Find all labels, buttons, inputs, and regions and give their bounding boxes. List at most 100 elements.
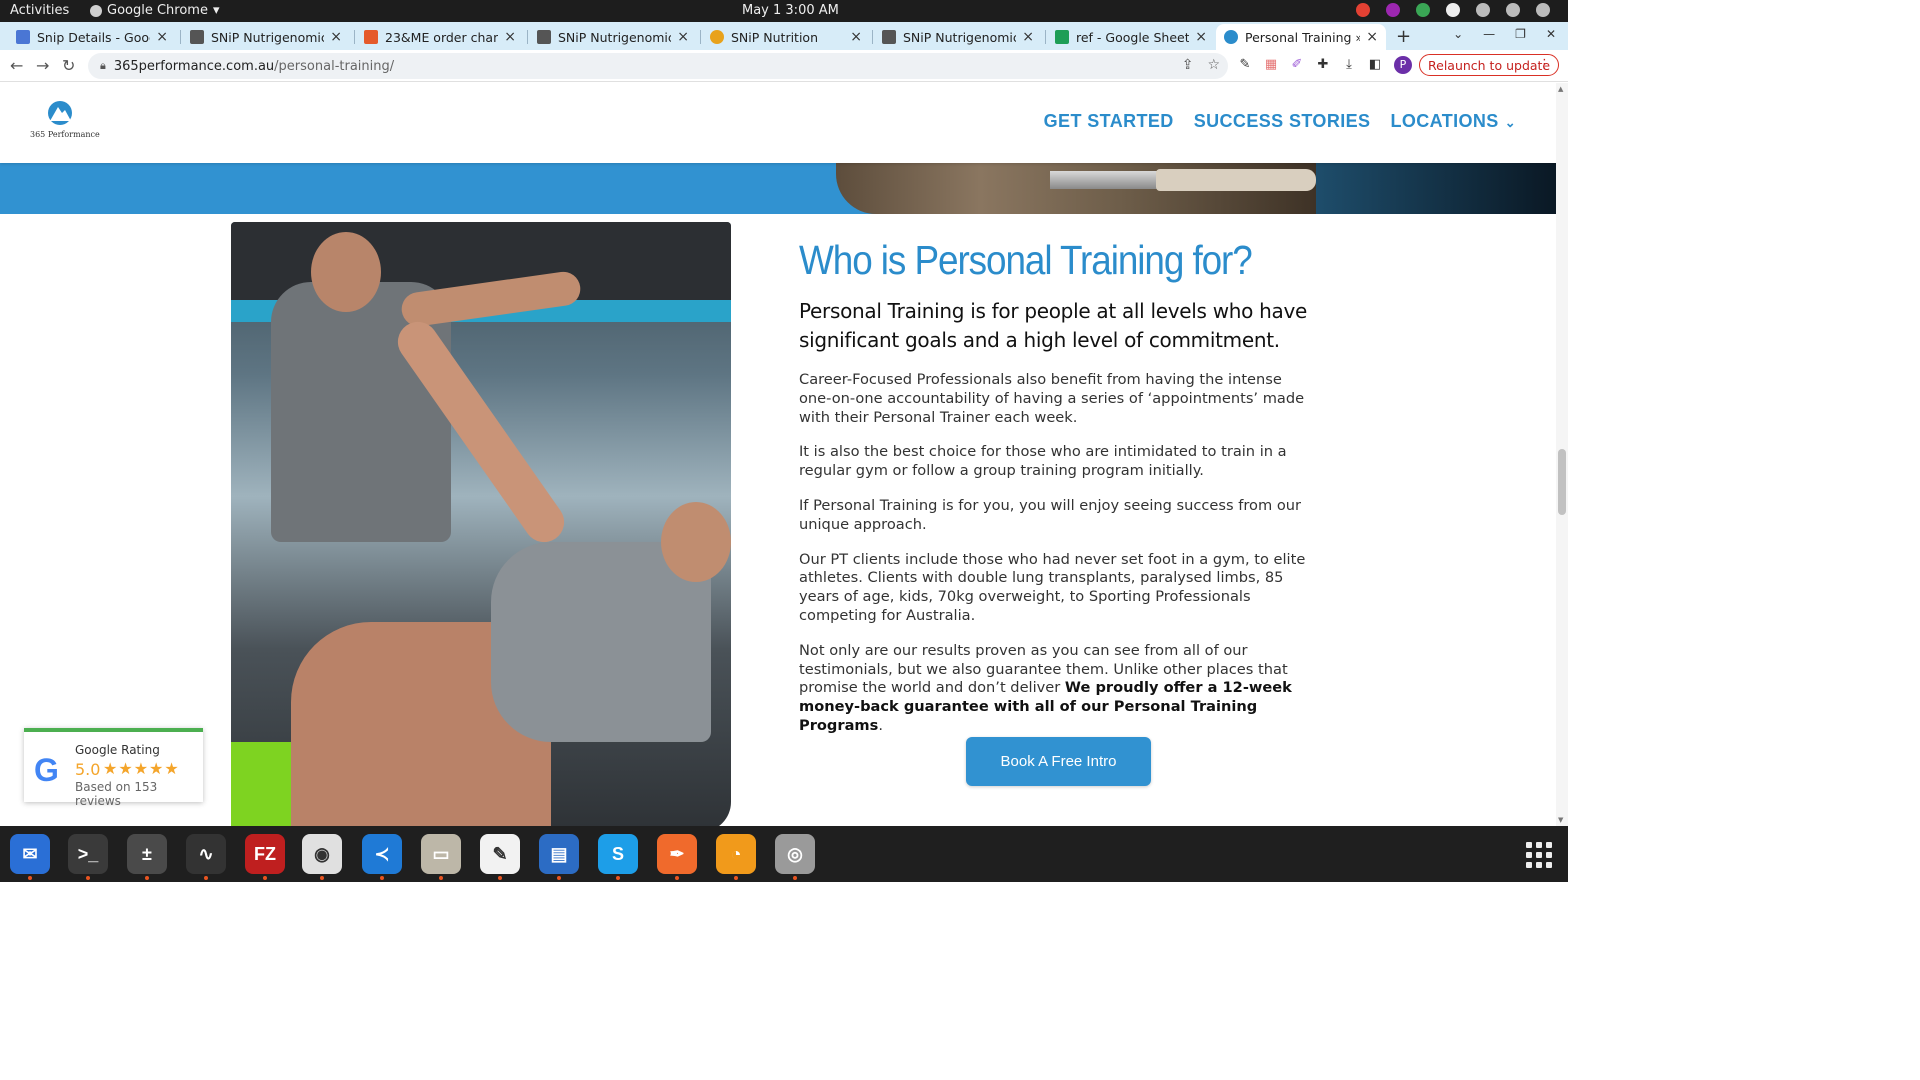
dock-thunderbird-icon[interactable]: ✉ — [10, 834, 50, 880]
365-favicon-icon — [1224, 30, 1238, 44]
running-indicator — [616, 876, 620, 880]
tab-title: Personal Training » 3 — [1245, 29, 1360, 45]
clock[interactable]: May 1 3:00 AM — [742, 3, 839, 18]
dock-terminal-icon[interactable]: >_ — [68, 834, 108, 880]
tab-title: SNiP Nutrigenomics A — [903, 29, 1016, 45]
close-window-icon[interactable]: ✕ — [1546, 27, 1556, 41]
close-icon[interactable]: × — [1195, 29, 1207, 45]
docs-favicon-icon — [16, 30, 30, 44]
puzzle-extensions-icon[interactable]: ✚ — [1316, 58, 1330, 72]
dock-system-monitor-icon[interactable]: ∿ — [186, 834, 226, 880]
download-icon[interactable]: ⤓ — [1342, 58, 1356, 72]
dock-skype-icon[interactable]: S — [598, 834, 638, 880]
app-menu[interactable]: Google Chrome ▾ — [90, 3, 220, 18]
nav-success-stories[interactable]: SUCCESS STORIES — [1194, 111, 1371, 132]
google-rating-widget[interactable]: G Google Rating 5.0 ★★★★★ Based on 153 r… — [24, 728, 203, 808]
hero-knife-board-image — [836, 163, 1316, 214]
pen-extension-icon[interactable]: ✐ — [1290, 58, 1304, 72]
maximize-icon[interactable]: ❐ — [1515, 27, 1526, 41]
more-menu-icon[interactable]: ⋮ — [1538, 57, 1551, 72]
tab-title: Snip Details - Google I — [37, 29, 150, 45]
address-bar[interactable]: 🔒︎ 365performance.com.au/personal-traini… — [88, 53, 1228, 79]
profile-avatar[interactable]: P — [1394, 56, 1412, 74]
tab-personal-training[interactable]: Personal Training » 3 × — [1216, 24, 1386, 50]
close-icon[interactable]: × — [330, 29, 342, 45]
rating-label: Google Rating — [75, 743, 160, 757]
show-applications-icon[interactable] — [1526, 842, 1552, 868]
eyedropper-extension-icon[interactable]: ✎ — [1238, 58, 1252, 72]
activities-button[interactable]: Activities — [10, 3, 69, 18]
site-nav: GET STARTED SUCCESS STORIES LOCATIONS ⌄ — [1044, 111, 1516, 132]
relaunch-to-update-button[interactable]: Relaunch to update ⋮ — [1419, 54, 1559, 76]
app-name: Google Chrome — [107, 3, 208, 18]
network-icon[interactable] — [1476, 3, 1490, 17]
content-column: Who is Personal Training for? Personal T… — [799, 237, 1314, 736]
close-icon[interactable]: × — [1022, 29, 1034, 45]
site-header: 365 Performance GET STARTED SUCCESS STOR… — [0, 83, 1556, 163]
site-logo[interactable]: 365 Performance — [30, 101, 100, 143]
book-free-intro-button[interactable]: Book A Free Intro — [966, 737, 1151, 786]
back-icon[interactable]: ← — [10, 56, 23, 75]
tab-snip-details[interactable]: Snip Details - Google I × — [8, 24, 176, 50]
running-indicator — [86, 876, 90, 880]
tab-ref-google-sheets[interactable]: ref - Google Sheets × — [1047, 24, 1215, 50]
tab-snip-nutrigenomics-2[interactable]: SNiP Nutrigenomics A × — [529, 24, 697, 50]
updates-tray-icon[interactable] — [1416, 3, 1430, 17]
tab-title: SNiP Nutrition — [731, 29, 818, 45]
sheets-favicon-icon — [1055, 30, 1069, 44]
dock-text-editor-icon[interactable]: ✎ — [480, 834, 520, 880]
rating-review-count: Based on 153 reviews — [75, 780, 158, 808]
dock-chrome-icon[interactable]: ◉ — [302, 834, 342, 880]
side-panel-icon[interactable]: ◧ — [1368, 58, 1382, 72]
volume-icon[interactable] — [1506, 3, 1520, 17]
paragraph-5-end: . — [878, 716, 883, 734]
system-tray[interactable] — [1356, 3, 1550, 17]
close-icon[interactable]: × — [504, 29, 516, 45]
power-icon[interactable] — [1536, 3, 1550, 17]
scroll-up-arrow-icon[interactable]: ▲ — [1558, 85, 1563, 93]
page-scrollbar[interactable]: ▲ ▼ — [1556, 83, 1568, 826]
nav-locations[interactable]: LOCATIONS ⌄ — [1390, 111, 1516, 132]
close-icon[interactable]: × — [850, 29, 862, 45]
nav-get-started[interactable]: GET STARTED — [1044, 111, 1174, 132]
tab-snip-nutrigenomics-3[interactable]: SNiP Nutrigenomics A × — [874, 24, 1042, 50]
snip-nutrition-favicon-icon — [710, 30, 724, 44]
chrome-tray-icon[interactable] — [1356, 3, 1370, 17]
reload-icon[interactable]: ↻ — [62, 56, 75, 75]
scrollbar-thumb[interactable] — [1558, 449, 1566, 515]
dock-disks-icon[interactable]: ◎ — [775, 834, 815, 880]
chevron-down-icon: ▾ — [212, 3, 220, 18]
close-icon[interactable]: × — [677, 29, 689, 45]
tab-23andme-order[interactable]: 23&ME order changes × — [356, 24, 524, 50]
dock-brasero-icon[interactable]: ◔ — [716, 834, 756, 880]
dock-vscode-icon[interactable]: ≺ — [362, 834, 402, 880]
running-indicator — [675, 876, 679, 880]
close-icon[interactable]: × — [156, 29, 168, 45]
dock-filezilla-icon[interactable]: FZ — [245, 834, 285, 880]
dock-inkscape-icon[interactable]: ✒ — [657, 834, 697, 880]
forward-icon[interactable]: → — [36, 56, 49, 75]
app-tray-icon[interactable] — [1386, 3, 1400, 17]
running-indicator — [380, 876, 384, 880]
lock-icon[interactable]: 🔒︎ — [100, 59, 106, 73]
bookmark-star-icon[interactable]: ☆ — [1207, 57, 1220, 73]
calendar-extension-icon[interactable]: ▦ — [1264, 58, 1278, 72]
share-icon[interactable]: ⇪ — [1182, 57, 1194, 73]
tab-snip-nutrigenomics-1[interactable]: SNiP Nutrigenomics A × — [182, 24, 350, 50]
tab-snip-nutrition[interactable]: SNiP Nutrition × — [702, 24, 870, 50]
rating-score: 5.0 — [75, 760, 101, 779]
scroll-down-arrow-icon[interactable]: ▼ — [1558, 816, 1563, 824]
running-indicator — [204, 876, 208, 880]
dock-files-icon[interactable]: ▭ — [421, 834, 461, 880]
knife-handle — [1156, 169, 1316, 191]
running-indicator — [28, 876, 32, 880]
running-indicator — [320, 876, 324, 880]
running-indicator — [263, 876, 267, 880]
dock-libreoffice-writer-icon[interactable]: ▤ — [539, 834, 579, 880]
tab-search-icon[interactable]: ⌄ — [1453, 27, 1463, 41]
dock-calculator-icon[interactable]: ± — [127, 834, 167, 880]
new-tab-button[interactable]: + — [1396, 26, 1411, 47]
vpn-tray-icon[interactable] — [1446, 3, 1460, 17]
close-icon[interactable]: × — [1366, 29, 1378, 45]
minimize-icon[interactable]: — — [1483, 27, 1495, 41]
